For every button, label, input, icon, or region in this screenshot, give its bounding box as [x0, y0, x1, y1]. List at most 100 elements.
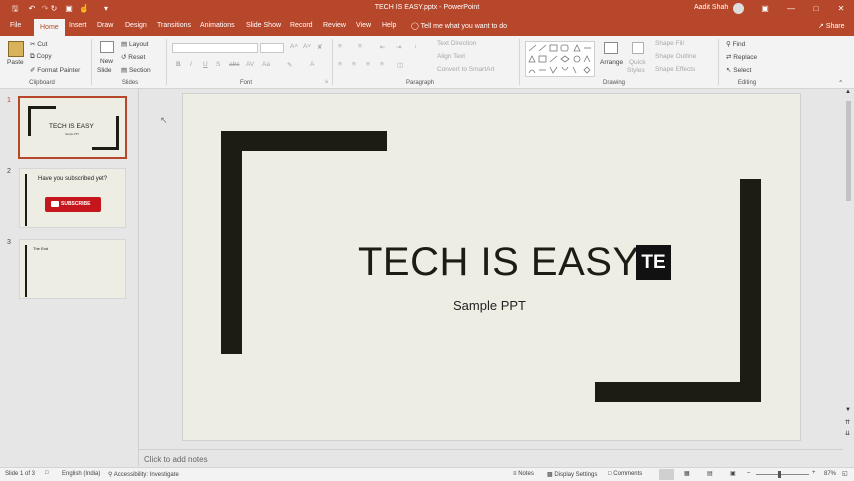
align-text-button[interactable]: Align Text [437, 53, 465, 60]
slide-title[interactable]: TECH IS EASY [358, 240, 640, 284]
decrease-font-icon[interactable]: A˅ [303, 43, 311, 50]
increase-indent-icon[interactable]: ⇥ [396, 43, 401, 51]
tab-draw[interactable]: Draw [97, 22, 113, 29]
zoom-slider-thumb[interactable] [778, 471, 781, 478]
font-size-combo[interactable] [260, 43, 284, 53]
notes-button[interactable]: ≡ Notes [513, 471, 534, 477]
layout-button[interactable]: ▤ Layout [121, 40, 149, 48]
slide-subtitle[interactable]: Sample PPT [453, 298, 526, 313]
corner-bracket-left[interactable] [221, 131, 242, 354]
font-name-combo[interactable] [172, 43, 258, 53]
scroll-thumb[interactable] [846, 101, 851, 201]
share-button[interactable]: ↗ Share [818, 22, 845, 30]
cut-button[interactable]: ✂ Cut [30, 40, 47, 48]
slide-counter[interactable]: Slide 1 of 3 [5, 471, 35, 477]
tell-me-search[interactable]: ◯ Tell me what you want to do [411, 22, 507, 30]
char-spacing-icon[interactable]: AV [246, 61, 254, 68]
zoom-slider[interactable] [756, 474, 809, 475]
tab-slide-show[interactable]: Slide Show [246, 22, 281, 29]
align-left-icon[interactable]: ≡ [338, 61, 342, 68]
zoom-out-icon[interactable]: – [747, 470, 750, 476]
new-slide-button[interactable]: New [100, 58, 113, 65]
replace-button[interactable]: ⇄ Replace [726, 53, 757, 61]
corner-bracket-bottom[interactable] [595, 382, 761, 402]
decrease-indent-icon[interactable]: ⇤ [380, 43, 385, 51]
shadow-button[interactable]: S [216, 61, 220, 68]
change-case-button[interactable]: Aa [262, 61, 270, 68]
bullets-icon[interactable]: ≡ [338, 43, 342, 50]
tab-help[interactable]: Help [382, 22, 396, 29]
language-indicator[interactable]: English (India) [62, 471, 100, 477]
display-settings-button[interactable]: ▩ Display Settings [547, 471, 597, 478]
numbering-icon[interactable]: ≡ [358, 43, 362, 50]
tab-file[interactable]: File [10, 22, 21, 29]
tab-view[interactable]: View [356, 22, 371, 29]
slideshow-view-icon[interactable]: ▣ [730, 470, 736, 477]
slide-thumbnail-3[interactable]: The End [19, 239, 126, 299]
close-icon[interactable]: ✕ [834, 3, 848, 15]
slide-canvas[interactable]: TECH IS EASY TE Sample PPT [183, 94, 800, 440]
collapse-ribbon-icon[interactable]: ⌃ [838, 79, 843, 87]
format-painter-button[interactable]: ✐ Format Painter [30, 66, 80, 74]
normal-view-icon[interactable] [659, 469, 674, 480]
avatar[interactable] [733, 3, 744, 14]
corner-bracket-right[interactable] [740, 179, 761, 402]
find-button[interactable]: ⚲ Find [726, 40, 745, 48]
highlight-icon[interactable]: ✎ [287, 61, 292, 69]
copy-button[interactable]: ⧉ Copy [30, 53, 52, 61]
clear-formatting-icon[interactable]: ✘ [317, 43, 322, 51]
line-spacing-icon[interactable]: ↕ [414, 43, 417, 50]
fit-to-window-icon[interactable]: ◱ [842, 470, 848, 477]
slide-thumbnail-1[interactable]: TECH IS EASY Sample PPT [18, 96, 127, 159]
comments-button[interactable]: □ Comments [608, 471, 642, 477]
text-direction-button[interactable]: Text Direction [437, 40, 476, 47]
minimize-icon[interactable]: — [784, 3, 798, 15]
tab-transitions[interactable]: Transitions [157, 22, 191, 29]
quick-styles-button[interactable]: Quick [629, 59, 646, 66]
zoom-level[interactable]: 87% [824, 471, 836, 477]
convert-smartart-button[interactable]: Convert to SmartArt [437, 66, 494, 73]
section-button[interactable]: ▤ Section [121, 66, 151, 74]
tab-record[interactable]: Record [290, 22, 313, 29]
justify-icon[interactable]: ≡ [380, 61, 384, 68]
scroll-up-icon[interactable]: ▲ [845, 89, 851, 95]
notes-pane[interactable]: Click to add notes [139, 449, 843, 467]
tab-design[interactable]: Design [125, 22, 147, 29]
user-name[interactable]: Aadit Shah [694, 4, 728, 11]
reset-button[interactable]: ↺ Reset [121, 53, 145, 61]
strikethrough-icon[interactable]: abc [229, 61, 239, 68]
align-right-icon[interactable]: ≡ [366, 61, 370, 68]
italic-button[interactable]: I [190, 61, 192, 68]
accessibility-button[interactable]: ⚲ Accessibility: Investigate [108, 471, 179, 478]
new-slide-icon[interactable] [100, 41, 114, 53]
shape-fill-button[interactable]: Shape Fill [655, 40, 684, 47]
font-dialog-launcher-icon[interactable]: ⇲ [324, 79, 328, 85]
tab-home[interactable]: Home [34, 19, 65, 36]
zoom-in-icon[interactable]: + [812, 470, 816, 476]
columns-icon[interactable]: ◫ [397, 61, 403, 69]
select-button[interactable]: ↖ Select [726, 66, 751, 74]
quick-styles-icon[interactable] [632, 42, 644, 54]
shapes-gallery[interactable] [525, 41, 595, 77]
slide-thumbnail-2[interactable]: Have you subscribed yet? SUBSCRIBE [19, 168, 126, 228]
increase-font-icon[interactable]: A˄ [290, 43, 298, 50]
next-slide-icon[interactable]: ⇊ [845, 430, 850, 437]
notes-placeholder[interactable]: Click to add notes [144, 455, 208, 464]
underline-button[interactable]: U [203, 61, 208, 68]
tab-review[interactable]: Review [323, 22, 346, 29]
tab-insert[interactable]: Insert [69, 22, 87, 29]
corner-bracket-top[interactable] [221, 131, 387, 151]
spelling-check-icon[interactable]: □ [45, 470, 49, 476]
shape-effects-button[interactable]: Shape Effects [655, 66, 695, 73]
maximize-icon[interactable]: □ [809, 3, 823, 15]
tab-animations[interactable]: Animations [200, 22, 235, 29]
paste-icon[interactable] [8, 41, 24, 57]
vertical-scrollbar[interactable]: ▲ ▼ ⇈ ⇊ [843, 89, 854, 441]
arrange-icon[interactable] [604, 42, 618, 54]
align-center-icon[interactable]: ≡ [352, 61, 356, 68]
arrange-button[interactable]: Arrange [600, 59, 623, 66]
reading-view-icon[interactable]: ▤ [707, 470, 713, 477]
font-color-button[interactable]: A [310, 61, 314, 68]
paste-button[interactable]: Paste [7, 59, 24, 66]
bold-button[interactable]: B [176, 61, 181, 68]
